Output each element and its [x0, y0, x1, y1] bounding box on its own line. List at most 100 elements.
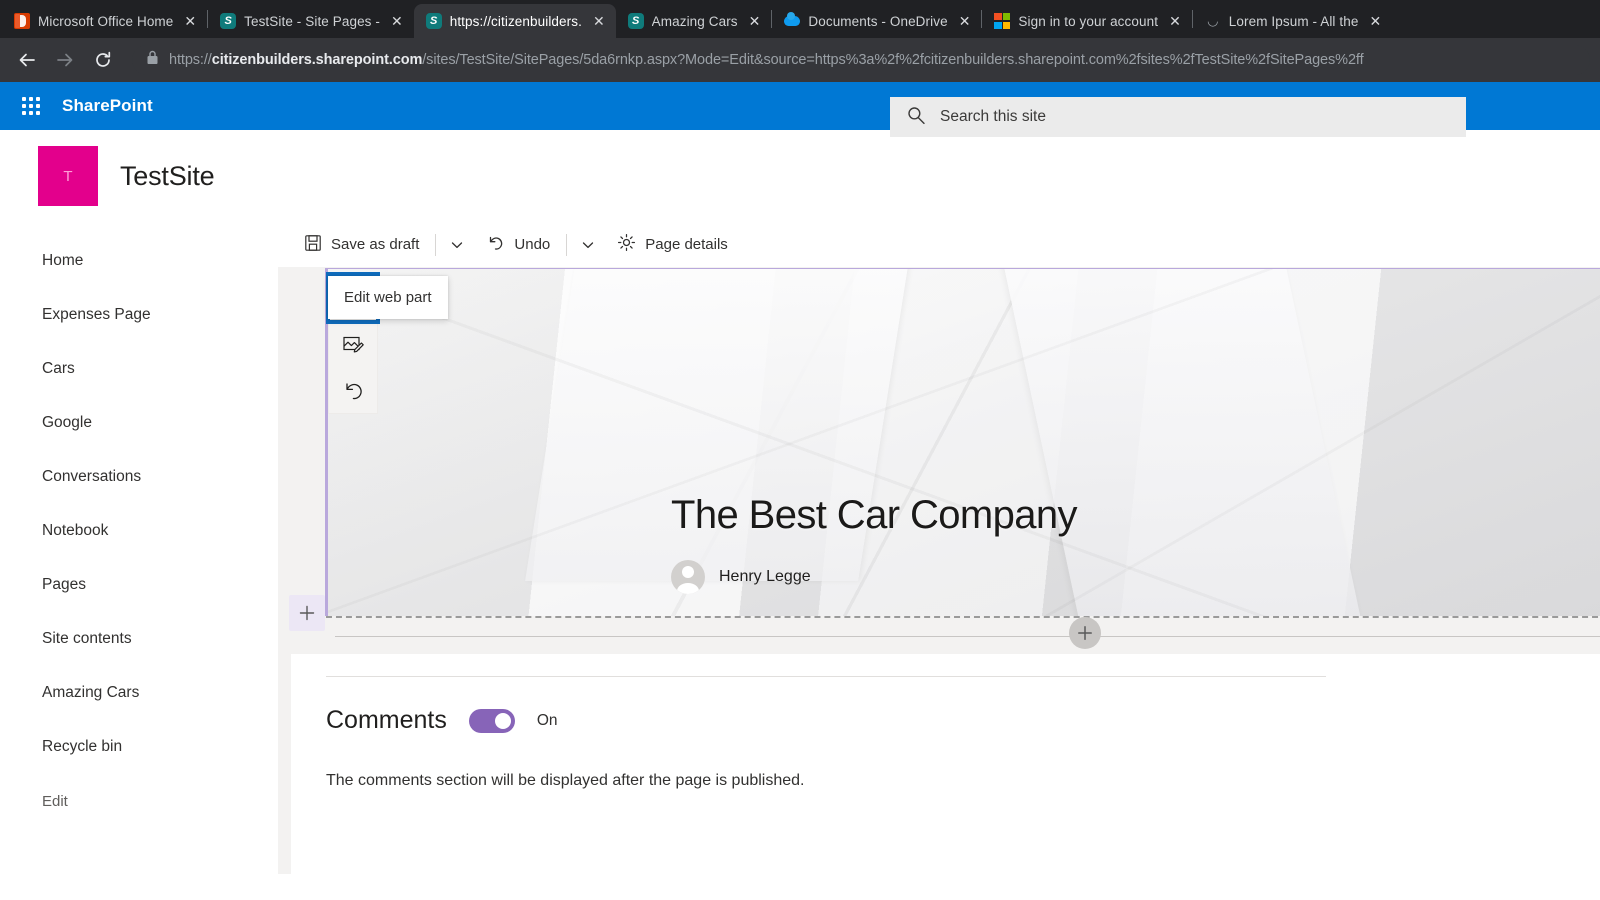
change-image-button[interactable] — [329, 321, 377, 367]
url-bar[interactable]: https://citizenbuilders.sharepoint.com/s… — [132, 45, 1590, 75]
app-launcher-icon[interactable] — [14, 89, 48, 123]
close-icon[interactable]: ✕ — [388, 12, 406, 30]
sidebar-item-label: Notebook — [42, 522, 109, 539]
comments-title: Comments — [326, 706, 447, 734]
browser-tab[interactable]: S TestSite - Site Pages - ✕ — [208, 4, 414, 38]
search-box[interactable]: Search this site — [890, 97, 1466, 137]
page-details-button[interactable]: Page details — [605, 222, 740, 268]
sidebar-item-label: Google — [42, 414, 92, 431]
close-icon[interactable]: ✕ — [181, 12, 199, 30]
add-web-part-button[interactable] — [1069, 617, 1101, 649]
sidebar-item-label: Amazing Cars — [42, 684, 140, 701]
section-divider-line — [335, 636, 1600, 637]
sharepoint-brand[interactable]: SharePoint — [62, 96, 153, 116]
sharepoint-icon: S — [627, 13, 644, 29]
close-icon[interactable]: ✕ — [956, 12, 974, 30]
browser-chrome: Microsoft Office Home ✕ S TestSite - Sit… — [0, 0, 1600, 82]
sidebar-item-expenses-page[interactable]: Expenses Page — [0, 288, 277, 342]
sidebar-item-recycle-bin[interactable]: Recycle bin — [0, 720, 277, 774]
sidebar-item-label: Edit — [42, 792, 68, 810]
workspace: Home Expenses Page Cars Google Conversat… — [0, 222, 1600, 874]
sidebar-item-home[interactable]: Home — [0, 234, 277, 288]
person-avatar-icon — [671, 560, 705, 594]
comments-toggle-state: On — [536, 711, 558, 729]
url-text: https://citizenbuilders.sharepoint.com/s… — [169, 52, 1364, 68]
tab-title: Microsoft Office Home — [38, 13, 174, 29]
sidebar-item-label: Expenses Page — [42, 306, 151, 323]
tab-title: https://citizenbuilders. — [449, 13, 582, 29]
hero-web-part[interactable]: The Best Car Company Henry Legge — [325, 268, 1600, 616]
revert-button[interactable] — [329, 367, 377, 413]
save-as-draft-button[interactable]: Save as draft — [292, 222, 431, 268]
add-section-button[interactable] — [289, 595, 325, 631]
sidebar-item-site-contents[interactable]: Site contents — [0, 612, 277, 666]
close-icon[interactable]: ✕ — [746, 12, 764, 30]
site-header: T TestSite — [0, 130, 1600, 222]
chevron-down-icon[interactable] — [571, 222, 605, 268]
gear-icon — [617, 233, 636, 256]
onedrive-icon — [784, 12, 801, 29]
section-dashed-divider — [326, 616, 1600, 618]
site-logo[interactable]: T — [38, 146, 98, 206]
sidebar-item-label: Cars — [42, 360, 75, 377]
tab-title: Sign in to your account — [1018, 13, 1159, 29]
browser-tab[interactable]: Microsoft Office Home ✕ — [2, 4, 207, 38]
hero-author-name: Henry Legge — [719, 568, 811, 585]
sidebar-item-label: Conversations — [42, 468, 142, 485]
browser-tab[interactable]: Sign in to your account ✕ — [982, 4, 1191, 38]
comments-note: The comments section will be displayed a… — [326, 772, 805, 789]
browser-tab[interactable]: S Amazing Cars ✕ — [616, 4, 772, 38]
sidebar-item-amazing-cars[interactable]: Amazing Cars — [0, 666, 277, 720]
sidebar-item-edit[interactable]: Edit — [0, 774, 277, 828]
comments-section: Comments On The comments section will be… — [278, 654, 1600, 874]
undo-icon — [346, 383, 362, 400]
image-edit-icon — [343, 336, 364, 353]
undo-button[interactable]: Undo — [474, 222, 562, 268]
browser-tabstrip: Microsoft Office Home ✕ S TestSite - Sit… — [0, 0, 1600, 38]
sidebar-item-notebook[interactable]: Notebook — [0, 504, 277, 558]
sidebar-item-google[interactable]: Google — [0, 396, 277, 450]
browser-tab[interactable]: Documents - OneDrive ✕ — [772, 4, 981, 38]
command-divider — [435, 233, 437, 256]
close-icon[interactable]: ✕ — [1366, 12, 1384, 30]
sidebar-item-label: Site contents — [42, 630, 132, 647]
microsoft-icon — [994, 13, 1011, 29]
section-rail — [278, 268, 325, 620]
close-icon[interactable]: ✕ — [590, 12, 608, 30]
browser-tab[interactable]: ◡ Lorem Ipsum - All the ✕ — [1193, 4, 1392, 38]
site-title[interactable]: TestSite — [120, 161, 215, 192]
plus-icon — [299, 605, 315, 621]
reload-icon[interactable] — [86, 43, 120, 77]
hero-text-block: The Best Car Company Henry Legge — [671, 493, 1078, 594]
command-divider — [566, 233, 568, 256]
save-as-draft-label: Save as draft — [331, 236, 420, 253]
search-icon — [906, 105, 926, 130]
back-arrow-icon[interactable] — [10, 43, 44, 77]
generic-page-icon: ◡ — [1207, 13, 1219, 28]
page-command-bar: Save as draft Undo Page details — [278, 222, 1600, 268]
sidebar-item-pages[interactable]: Pages — [0, 558, 277, 612]
sharepoint-icon: S — [220, 13, 237, 29]
sidebar-item-label: Home — [42, 252, 84, 269]
office-icon — [14, 13, 30, 29]
sidebar-item-label: Recycle bin — [42, 738, 123, 755]
tab-title: Lorem Ipsum - All the — [1228, 13, 1359, 29]
sidebar-item-cars[interactable]: Cars — [0, 342, 277, 396]
forward-arrow-icon — [48, 43, 82, 77]
chevron-down-icon[interactable] — [440, 222, 474, 268]
tab-title: Amazing Cars — [651, 13, 738, 29]
hero-title[interactable]: The Best Car Company — [671, 493, 1078, 538]
save-icon — [304, 234, 322, 256]
browser-tab-active[interactable]: S https://citizenbuilders. ✕ — [413, 4, 616, 38]
page-content: Save as draft Undo Page details The Best… — [278, 222, 1600, 874]
undo-label: Undo — [514, 236, 551, 253]
close-icon[interactable]: ✕ — [1166, 12, 1184, 30]
sidebar-item-conversations[interactable]: Conversations — [0, 450, 277, 504]
search-placeholder: Search this site — [940, 108, 1046, 125]
comments-toggle[interactable] — [468, 708, 515, 733]
comments-top-rule — [326, 676, 1326, 677]
site-navigation: Home Expenses Page Cars Google Conversat… — [0, 222, 278, 874]
page-details-label: Page details — [645, 236, 728, 253]
tab-title: TestSite - Site Pages - — [244, 13, 380, 29]
sidebar-item-label: Pages — [42, 576, 86, 593]
